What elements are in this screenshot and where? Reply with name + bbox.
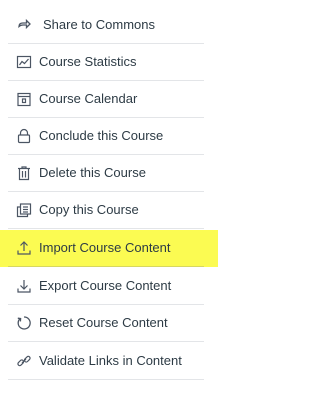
conclude-course-label: Conclude this Course — [39, 128, 164, 143]
validate-links-link[interactable]: Validate Links in Content — [0, 343, 218, 380]
import-course-content-label: Import Course Content — [39, 240, 171, 255]
course-calendar-link[interactable]: Course Calendar — [0, 81, 218, 118]
copy-course-label: Copy this Course — [39, 202, 139, 217]
validate-links-label: Validate Links in Content — [39, 353, 182, 368]
share-to-commons-label: Share to Commons — [43, 17, 155, 32]
upload-icon — [16, 240, 32, 256]
copy-course-link[interactable]: Copy this Course — [0, 192, 218, 229]
reset-course-content-label: Reset Course Content — [39, 315, 168, 330]
conclude-course-link[interactable]: Conclude this Course — [0, 118, 218, 155]
trash-icon — [16, 165, 32, 181]
share-icon — [16, 17, 32, 33]
statistics-icon — [16, 54, 32, 70]
link-icon — [16, 353, 32, 369]
course-statistics-link[interactable]: Course Statistics — [0, 44, 218, 81]
course-statistics-label: Course Statistics — [39, 54, 137, 69]
download-icon — [16, 278, 32, 294]
import-course-content-link[interactable]: Import Course Content — [0, 230, 218, 267]
calendar-icon — [16, 91, 32, 107]
reset-course-content-link[interactable]: Reset Course Content — [0, 305, 218, 342]
export-course-content-label: Export Course Content — [39, 278, 172, 293]
course-actions-menu: Share to Commons Course Statistics Cours… — [0, 0, 218, 395]
share-to-commons-link[interactable]: Share to Commons — [0, 7, 218, 44]
reset-icon — [16, 315, 32, 331]
lock-icon — [16, 128, 32, 144]
copy-icon — [16, 202, 32, 218]
export-course-content-link[interactable]: Export Course Content — [0, 268, 218, 305]
delete-course-link[interactable]: Delete this Course — [0, 155, 218, 192]
course-calendar-label: Course Calendar — [39, 91, 138, 106]
delete-course-label: Delete this Course — [39, 165, 146, 180]
